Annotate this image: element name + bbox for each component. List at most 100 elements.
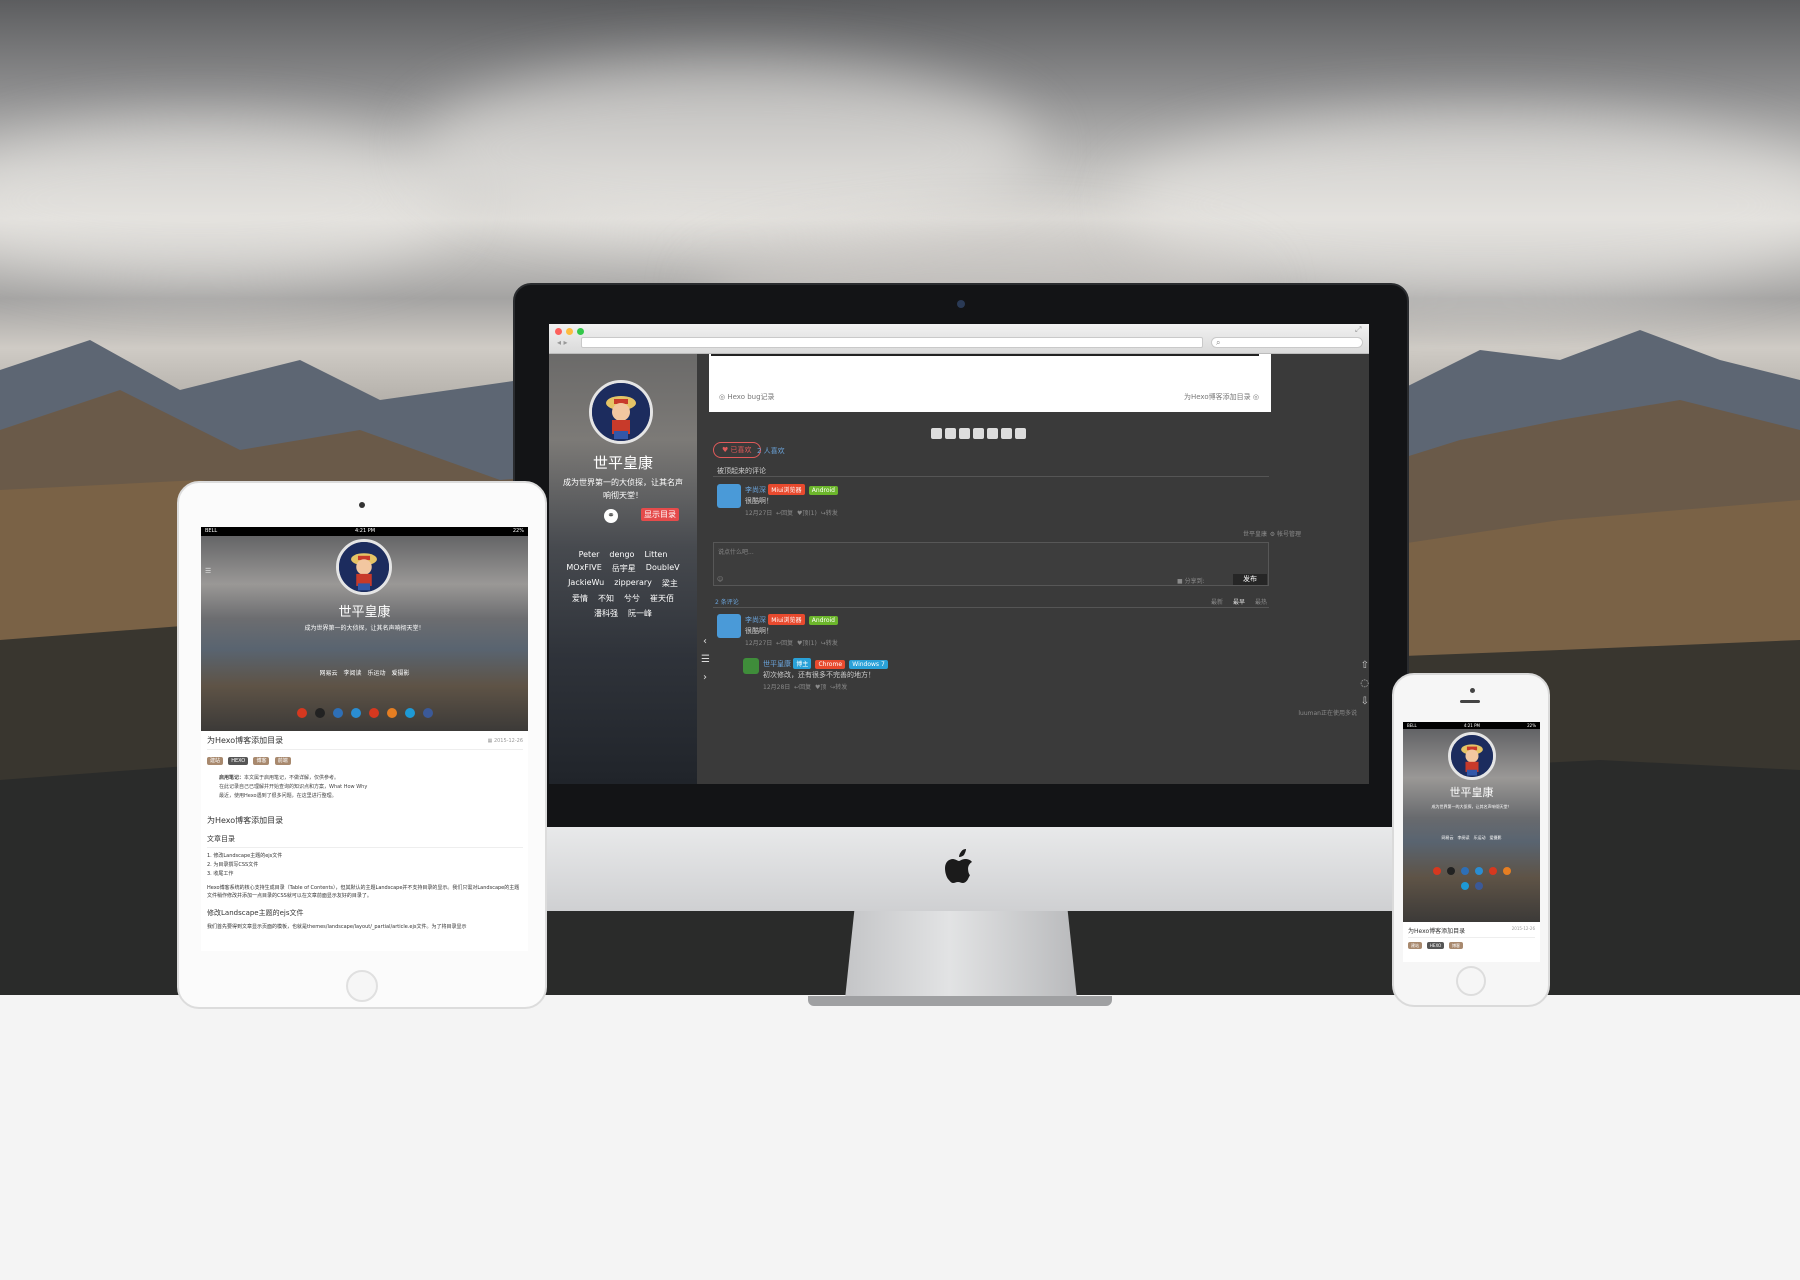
account-manage-link[interactable]: ⚙ 帐号管理: [1270, 529, 1301, 538]
upvote-link[interactable]: 顶(1): [802, 640, 817, 647]
friend-link[interactable]: 不知: [598, 593, 614, 604]
avatar[interactable]: [336, 539, 392, 595]
nav-link[interactable]: 李阅读: [343, 668, 361, 677]
github-icon[interactable]: [314, 708, 325, 718]
friend-link[interactable]: MOxFIVE: [566, 563, 601, 574]
comment-user[interactable]: 李尚深: [745, 486, 766, 494]
comment-icon[interactable]: ◌: [1360, 678, 1369, 689]
back-arrow-icon[interactable]: ◂ ▸: [557, 338, 568, 347]
friend-link[interactable]: 爱情: [572, 593, 588, 604]
zhihu-icon[interactable]: [1460, 882, 1469, 890]
commenter-avatar[interactable]: [743, 658, 759, 674]
link-icon[interactable]: ⚭: [604, 509, 618, 523]
tab-oldest[interactable]: 最早: [1233, 597, 1245, 606]
copy-icon[interactable]: [973, 428, 984, 439]
publish-button[interactable]: 发布: [1233, 574, 1267, 585]
star-icon[interactable]: [1001, 428, 1012, 439]
friend-link[interactable]: Peter: [579, 550, 600, 559]
reply-link[interactable]: 回复: [799, 684, 811, 691]
tag[interactable]: 博客: [1449, 942, 1464, 949]
zhihu-icon[interactable]: [404, 708, 415, 718]
avatar[interactable]: [589, 380, 653, 444]
tag[interactable]: 博客: [253, 757, 270, 765]
friend-link[interactable]: dengo: [609, 550, 634, 559]
toc-item[interactable]: 3. 收尾工作: [207, 870, 523, 879]
avatar[interactable]: [1448, 732, 1496, 780]
prev-article-link[interactable]: ◎ Hexo bug记录: [719, 392, 775, 402]
douban-icon[interactable]: [1460, 867, 1469, 875]
comment-user[interactable]: 李尚深: [745, 616, 766, 624]
share-link[interactable]: 转发: [826, 640, 838, 647]
nav-link[interactable]: 李阅读: [1458, 835, 1470, 841]
zoom-dot[interactable]: [577, 328, 584, 335]
friend-link[interactable]: 兮兮: [624, 593, 640, 604]
reply-link[interactable]: 回复: [781, 510, 793, 517]
nav-link[interactable]: 乐运动: [1474, 835, 1486, 841]
friend-link[interactable]: 潘科强: [594, 608, 618, 619]
collapse-arrow-icon[interactable]: ‹: [703, 636, 707, 647]
search-input[interactable]: ⌕: [1211, 337, 1363, 348]
linkedin-icon[interactable]: [1474, 867, 1483, 875]
tag[interactable]: 前端: [274, 757, 291, 765]
share-link[interactable]: 转发: [826, 510, 838, 517]
commenter-avatar[interactable]: [717, 614, 741, 638]
login-user[interactable]: 世平皇康: [1243, 529, 1267, 538]
douban-icon[interactable]: [332, 708, 343, 718]
friend-link[interactable]: 梁主: [662, 578, 678, 589]
facebook-icon[interactable]: [422, 708, 433, 718]
friend-link[interactable]: 岳宇星: [612, 563, 636, 574]
article-title[interactable]: 为Hexo博客添加目录: [1408, 926, 1465, 935]
friend-link[interactable]: DoubleV: [646, 563, 680, 574]
upvote-link[interactable]: 顶: [820, 684, 826, 691]
like-button[interactable]: ♥ 已喜欢: [713, 442, 761, 458]
nav-link[interactable]: 乐运动: [368, 668, 386, 677]
article-title[interactable]: 为Hexo博客添加目录: [207, 735, 283, 746]
qrcode-icon[interactable]: [987, 428, 998, 439]
qzone-icon[interactable]: [945, 428, 956, 439]
nav-link[interactable]: 爱摄影: [1490, 835, 1502, 841]
weibo-icon[interactable]: [931, 428, 942, 439]
expand-arrow-icon[interactable]: ›: [703, 672, 707, 683]
scroll-bottom-icon[interactable]: ⇩: [1361, 696, 1369, 707]
rss-icon[interactable]: [386, 708, 397, 718]
next-article-link[interactable]: 为Hexo博客添加目录 ◎: [1184, 392, 1259, 402]
github-icon[interactable]: [1446, 867, 1455, 875]
share-link[interactable]: 转发: [835, 684, 847, 691]
reply-link[interactable]: 回复: [781, 640, 793, 647]
menu-icon[interactable]: ☰: [701, 654, 710, 665]
show-toc-button[interactable]: 显示目录: [641, 508, 679, 521]
weibo-icon[interactable]: [296, 708, 307, 718]
weibo-icon[interactable]: [1432, 867, 1441, 875]
linkedin-icon[interactable]: [350, 708, 361, 718]
tag[interactable]: HEXO: [1426, 942, 1445, 949]
rss-icon[interactable]: [1502, 867, 1511, 875]
scroll-top-icon[interactable]: ⇧: [1361, 660, 1369, 671]
ipad-home-button[interactable]: [346, 970, 378, 1002]
tag[interactable]: HEXO: [228, 757, 249, 765]
tab-newest[interactable]: 最新: [1211, 597, 1223, 606]
nav-link[interactable]: 爱摄影: [392, 668, 410, 677]
toc-item[interactable]: 2. 为目录撰写CSS文件: [207, 861, 523, 870]
facebook-icon[interactable]: [1474, 882, 1483, 890]
tab-hottest[interactable]: 最热: [1255, 597, 1267, 606]
google-plus-icon[interactable]: [1488, 867, 1497, 875]
friend-link[interactable]: Litten: [644, 550, 667, 559]
commenter-avatar[interactable]: [717, 484, 741, 508]
comment-user[interactable]: 世平皇康: [763, 660, 791, 668]
friend-link[interactable]: JackieWu: [568, 578, 604, 589]
expand-icon[interactable]: ⤢: [1355, 325, 1361, 335]
url-bar[interactable]: [581, 337, 1203, 348]
tag[interactable]: 建站: [1408, 942, 1422, 949]
people-icon[interactable]: [1015, 428, 1026, 439]
iphone-home-button[interactable]: [1456, 966, 1486, 996]
emoji-icon[interactable]: ☺: [717, 576, 723, 583]
close-dot[interactable]: [555, 328, 562, 335]
print-icon[interactable]: [959, 428, 970, 439]
friend-link[interactable]: 阮一峰: [628, 608, 652, 619]
friend-link[interactable]: 崔天佰: [650, 593, 674, 604]
tag[interactable]: 建站: [207, 757, 224, 765]
toc-item[interactable]: 1. 修改Landscape主题的ejs文件: [207, 852, 523, 861]
minimize-dot[interactable]: [566, 328, 573, 335]
nav-link[interactable]: 网易云: [319, 668, 337, 677]
menu-icon[interactable]: ☰: [205, 567, 211, 575]
